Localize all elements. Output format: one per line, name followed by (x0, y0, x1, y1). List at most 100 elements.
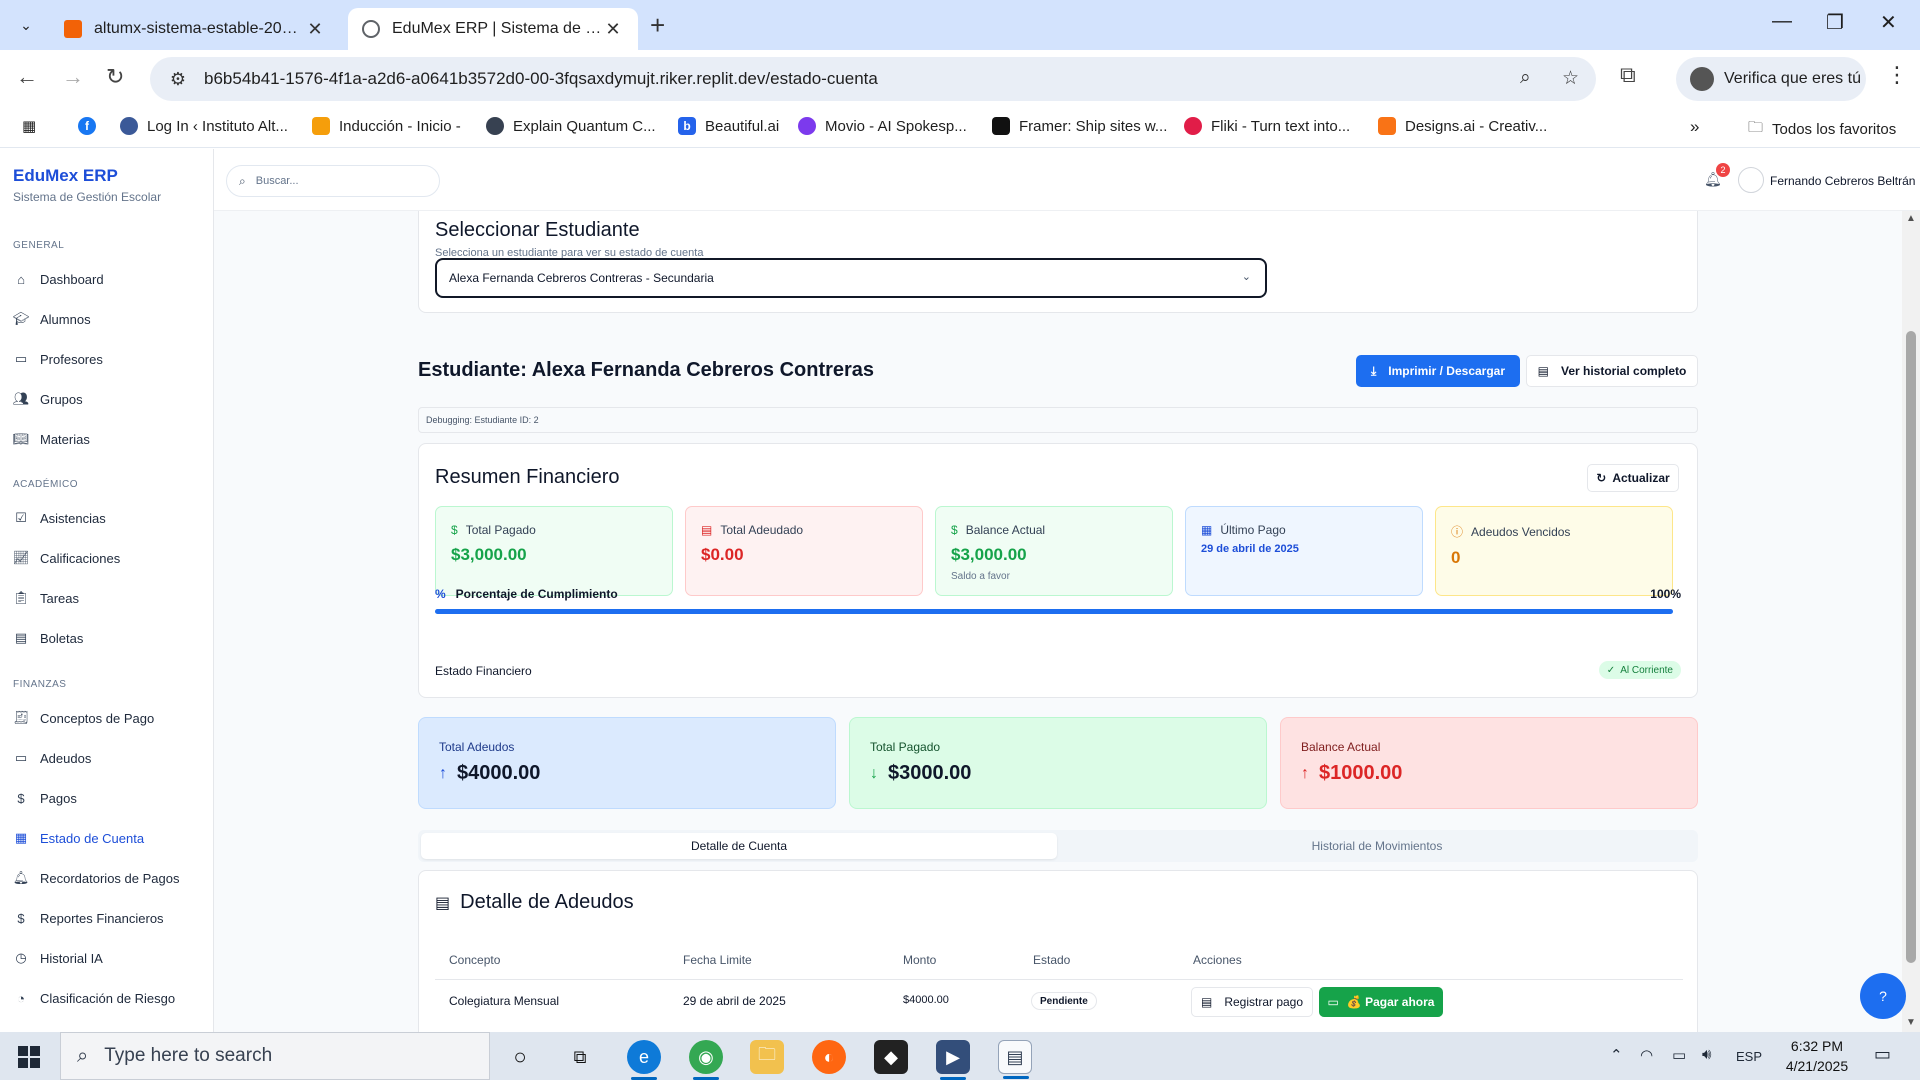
omnibox[interactable]: ⚙ b6b54b41-1576-4f1a-a2d6-a0641b3572d0-0… (150, 57, 1596, 101)
sidebar-item-dashboard[interactable]: ⌂ Dashboard (13, 267, 104, 291)
close-tab-icon[interactable]: ✕ (304, 19, 326, 40)
notepad-icon[interactable]: ▤ (998, 1040, 1032, 1079)
wifi-icon[interactable]: ◠ (1640, 1046, 1653, 1064)
stat-ultimo-pago: ▦ Último Pago 29 de abril de 2025 (1185, 506, 1423, 596)
sidebar-item-materias[interactable]: 📖︎ Materias (13, 427, 90, 451)
page-scrollbar[interactable]: ▲ ▼ (1902, 211, 1920, 1032)
search-icon: ⌕ (77, 1044, 89, 1067)
taskbar-search-input[interactable]: ⌕ Type here to search (60, 1032, 490, 1080)
column-header: Fecha Limite (683, 953, 752, 967)
zoom-icon[interactable]: ⌕ (1520, 67, 1531, 89)
minimize-icon[interactable]: — (1772, 10, 1792, 33)
sidebar-item-adeudos[interactable]: ▭ Adeudos (13, 746, 91, 770)
tray-chevron-icon[interactable]: ⌃ (1610, 1046, 1623, 1064)
arrow-down-icon: ↓ (870, 764, 878, 782)
cortana-icon[interactable]: ○ (503, 1040, 537, 1074)
sidebar-item-label: Tareas (40, 590, 80, 606)
scroll-up-icon[interactable]: ▲ (1906, 213, 1916, 224)
sidebar-item-alumnos[interactable]: 🎓︎ Alumnos (13, 307, 91, 331)
close-tab-icon[interactable]: ✕ (602, 19, 624, 40)
task-view-icon[interactable]: ⧉ (563, 1040, 597, 1074)
sidebar-item-tareas[interactable]: 📋︎ Tareas (13, 586, 79, 610)
media-app-icon[interactable]: ▶ (936, 1040, 970, 1080)
bookmark-favicon-icon (120, 117, 138, 135)
bookmark-item[interactable]: Log In ‹ Instituto Alt... (120, 117, 288, 135)
system-clock[interactable]: 6:32 PM 4/21/2025 (1774, 1036, 1860, 1076)
bookmark-item[interactable]: Explain Quantum C... (486, 117, 656, 135)
battery-icon[interactable]: ▭ (1672, 1046, 1686, 1064)
pay-now-button[interactable]: ▭ 💰 Pagar ahora (1319, 987, 1443, 1017)
bookmark-item[interactable]: Inducción - Inicio - (312, 117, 461, 135)
back-icon[interactable]: ← (16, 64, 38, 90)
bookmark-item[interactable]: b Beautiful.ai (678, 117, 779, 135)
sidebar-item-grupos[interactable]: 👥︎ Grupos (13, 387, 83, 411)
bookmark-favicon-icon: b (678, 117, 696, 135)
extensions-icon[interactable]: ⧉ (1620, 62, 1636, 88)
volume-icon[interactable]: 🔊︎ (1702, 1046, 1711, 1063)
sidebar-item-label: Recordatorios de Pagos (40, 870, 180, 886)
history-icon: ◷ (15, 950, 27, 965)
sidebar-item-asistencias[interactable]: ☑ Asistencias (13, 506, 106, 530)
new-tab-button[interactable]: + (650, 10, 665, 41)
bookmark-item[interactable]: Designs.ai - Creativ... (1378, 117, 1547, 135)
help-button[interactable]: ? (1860, 973, 1906, 1019)
bookmark-item[interactable]: Fliki - Turn text into... (1184, 117, 1350, 135)
file-explorer-icon[interactable]: 🗀 (750, 1040, 784, 1074)
debts-detail-card: ▤ Detalle de Adeudos Concepto Fecha Limi… (418, 870, 1698, 1032)
refresh-button[interactable]: ↻ Actualizar (1587, 464, 1679, 492)
browser-menu-icon[interactable]: ⋮ (1886, 62, 1908, 88)
scroll-down-icon[interactable]: ▼ (1906, 1017, 1916, 1028)
tab-search-button[interactable]: ⌄ (10, 9, 42, 41)
site-info-icon[interactable]: ⚙ (158, 69, 198, 90)
chrome-icon[interactable]: ◉ (689, 1040, 723, 1080)
bookmark-item[interactable]: Movio - AI Spokesp... (798, 117, 967, 135)
notification-center-icon[interactable]: ▭ (1874, 1044, 1891, 1065)
url-text[interactable]: b6b54b41-1576-4f1a-a2d6-a0641b3572d0-00-… (204, 69, 878, 89)
sidebar-item-conceptos-de-pago[interactable]: 🧾︎ Conceptos de Pago (13, 706, 154, 730)
sidebar-item-clasificacion-de-riesgo[interactable]: ◔ Clasificación de Riesgo (13, 986, 175, 1010)
bookmark-star-icon[interactable]: ☆ (1562, 67, 1579, 90)
more-bookmarks-icon[interactable]: » (1690, 117, 1699, 137)
sidebar-item-reportes-financieros[interactable]: $ Reportes Financieros (13, 906, 163, 930)
search-input[interactable]: ⌕ Buscar... (226, 165, 440, 197)
profile-verify-button[interactable]: Verifica que eres tú (1676, 57, 1866, 101)
sidebar-item-label: Calificaciones (40, 550, 121, 566)
firefox-icon[interactable]: ◐ (812, 1040, 846, 1074)
restore-icon[interactable]: ❐ (1826, 10, 1844, 35)
sidebar-item-boletas[interactable]: ▤ Boletas (13, 626, 84, 650)
student-select[interactable]: Alexa Fernanda Cebreros Contreras - Secu… (435, 258, 1267, 298)
close-window-icon[interactable]: ✕ (1880, 10, 1897, 35)
sidebar-item-pagos[interactable]: $ Pagos (13, 786, 77, 810)
forward-icon[interactable]: → (62, 64, 84, 90)
sidebar-item-estado-de-cuenta[interactable]: ▦ Estado de Cuenta (13, 826, 144, 850)
bookmark-item[interactable]: Framer: Ship sites w... (992, 117, 1167, 135)
sidebar-item-profesores[interactable]: ▭ Profesores (13, 347, 103, 371)
sidebar-item-historial-ia[interactable]: ◷ Historial IA (13, 946, 103, 970)
tab-detalle-de-cuenta[interactable]: Detalle de Cuenta (421, 833, 1057, 859)
sidebar-item-calificaciones[interactable]: 📈︎ Calificaciones (13, 546, 120, 570)
compliance-progress-bar (435, 609, 1673, 614)
user-avatar[interactable] (1738, 167, 1764, 193)
language-indicator[interactable]: ESP (1736, 1049, 1762, 1064)
view-history-button[interactable]: ▤ Ver historial completo (1526, 355, 1698, 387)
search-icon: ⌕ (239, 173, 246, 188)
scrollbar-thumb[interactable] (1906, 331, 1916, 963)
user-name[interactable]: Fernando Cebreros Beltrán (1770, 174, 1915, 188)
facebook-bookmark[interactable]: f (78, 117, 105, 135)
apps-grid-icon[interactable]: ▦ (22, 117, 36, 135)
history-label: Ver historial completo (1560, 364, 1687, 378)
browser-tab-edumex[interactable]: EduMex ERP | Sistema de Gestión Escolar … (348, 8, 638, 50)
brand-title[interactable]: EduMex ERP (13, 166, 118, 186)
register-payment-button[interactable]: ▤ Registrar pago (1191, 987, 1313, 1017)
windows-start-icon[interactable] (18, 1046, 40, 1068)
all-bookmarks-button[interactable]: 🗀 Todos los favoritos (1748, 117, 1896, 142)
game-app-icon[interactable]: ◆ (874, 1040, 908, 1074)
edge-icon[interactable]: e (627, 1040, 661, 1080)
tab-historial-de-movimientos[interactable]: Historial de Movimientos (1059, 833, 1695, 859)
reload-icon[interactable]: ↻ (106, 64, 124, 90)
browser-tab-replit[interactable]: altumx-sistema-estable-2025 - Replit ✕ (50, 8, 340, 50)
sidebar-item-label: Profesores (40, 351, 103, 367)
print-download-button[interactable]: ⤓ Imprimir / Descargar (1356, 355, 1520, 387)
total-value: $1000.00 (1319, 762, 1403, 784)
sidebar-item-recordatorios-de-pagos[interactable]: 🔔︎ Recordatorios de Pagos (13, 866, 180, 890)
